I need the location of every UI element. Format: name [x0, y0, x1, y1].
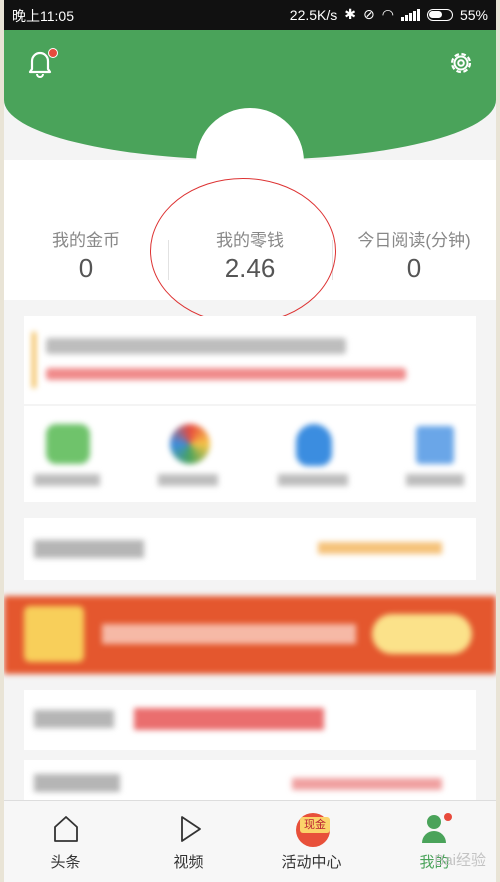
blurred-text [34, 474, 100, 486]
blurred-text [46, 338, 346, 354]
mute-icon: ⊘ [363, 6, 375, 22]
qq-icon[interactable] [296, 424, 332, 466]
blurred-text [46, 368, 406, 380]
notification-button[interactable] [26, 48, 58, 82]
status-bar: 晚上11:05 22.5K/s ✱ ⊘ ◠ 55% [4, 0, 496, 30]
network-speed: 22.5K/s [289, 6, 338, 23]
blurred-text [318, 542, 442, 554]
reading-stat[interactable]: 今日阅读(分钟) 0 [334, 226, 494, 284]
task-row[interactable] [24, 690, 476, 750]
notice-card[interactable] [24, 316, 476, 404]
gear-icon [450, 52, 472, 74]
code-icon[interactable] [416, 426, 454, 464]
cash-badge: 现金 [300, 817, 330, 833]
banner-button[interactable] [372, 614, 472, 654]
play-icon [181, 816, 201, 842]
quick-actions [24, 406, 476, 502]
tab-label: 头条 [50, 854, 81, 871]
moments-icon[interactable] [170, 424, 210, 464]
tab-activity[interactable]: 现金 活动中心 [250, 801, 373, 882]
notification-dot [48, 48, 58, 58]
stat-value: 0 [78, 253, 94, 283]
stat-label: 今日阅读(分钟) [357, 231, 471, 250]
blurred-text [34, 540, 144, 558]
blurred-text [134, 708, 324, 730]
task-row[interactable] [24, 760, 476, 804]
battery-percent: 55% [459, 6, 488, 23]
blurred-text [102, 624, 356, 644]
status-right: 22.5K/s ✱ ⊘ ◠ 55% [290, 6, 488, 23]
wechat-icon[interactable] [46, 424, 90, 464]
tab-label: 活动中心 [281, 854, 342, 871]
blurred-text [292, 778, 442, 790]
wifi-icon: ◠ [381, 6, 394, 22]
battery-icon [426, 8, 453, 21]
notice-accent [32, 332, 36, 388]
tab-label: 视频 [173, 854, 204, 871]
status-time: 晚上11:05 [12, 8, 74, 24]
blurred-text [34, 774, 120, 792]
signal-icon [400, 8, 420, 21]
blurred-text [406, 474, 464, 486]
envelope-icon [24, 606, 84, 662]
coins-stat[interactable]: 我的金币 0 [6, 226, 166, 284]
blurred-text [278, 474, 348, 486]
highlight-circle [150, 178, 336, 324]
app-screen: 晚上11:05 22.5K/s ✱ ⊘ ◠ 55% 我的金币 0 我的零钱 2.… [4, 0, 496, 882]
home-icon [54, 816, 78, 842]
stat-label: 我的金币 [52, 231, 120, 250]
invite-code-row[interactable] [24, 518, 476, 580]
bluetooth-icon: ✱ [344, 6, 357, 22]
blurred-text [34, 710, 114, 728]
settings-button[interactable] [446, 48, 476, 78]
bottom-tab-bar: 头条 视频 现金 活动中心 我的 [4, 800, 496, 882]
tab-video[interactable]: 视频 [127, 801, 250, 882]
profile-icon [422, 813, 452, 843]
stat-value: 0 [406, 253, 422, 283]
watermark: Bai经验 [434, 852, 486, 869]
blurred-text [158, 474, 218, 486]
tab-home[interactable]: 头条 [4, 801, 127, 882]
